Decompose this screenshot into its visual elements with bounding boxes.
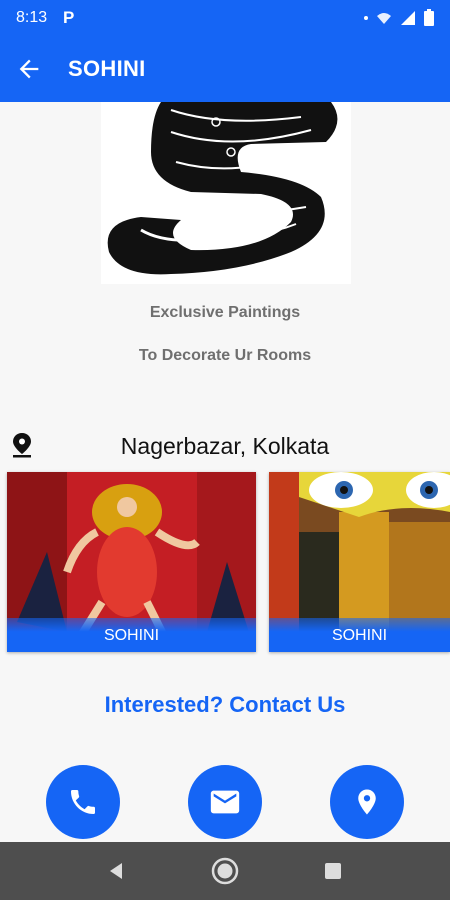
location-pin-icon [358,789,376,815]
arrow-back-icon[interactable] [15,55,43,83]
status-bar: 8:13 P [0,0,450,36]
contact-title: Interested? Contact Us [104,692,346,717]
tagline-1: Exclusive Paintings [149,304,301,321]
battery-icon [424,9,434,26]
page-title: SOHINI [68,56,146,81]
map-button[interactable] [330,765,404,839]
location-row: Nagerbazar, Kolkata [0,427,450,463]
app-bar: SOHINI [0,36,450,102]
parking-app-icon: P [63,8,75,27]
signal-icon [401,10,415,25]
gallery-card-label: SOHINI [7,618,256,652]
home-circle-icon[interactable] [210,856,240,886]
tagline-2: To Decorate Ur Rooms [138,347,312,364]
status-time: 8:13 [16,9,48,26]
email-button[interactable] [188,765,262,839]
system-nav-bar [0,842,450,900]
phone-icon [71,790,95,814]
wifi-icon [377,12,391,24]
gallery-card-1[interactable]: SOHINI [7,472,256,652]
location-text: Nagerbazar, Kolkata [120,433,330,459]
back-triangle-icon[interactable] [106,861,126,881]
email-icon [210,790,240,814]
recents-square-icon[interactable] [324,862,342,880]
gallery-card-label: SOHINI [269,618,450,652]
status-icons [364,9,434,26]
logo-image [101,102,351,284]
call-button[interactable] [46,765,120,839]
notification-dot-icon [364,15,368,20]
ornate-s-monogram-icon [101,102,351,284]
gallery-card-2[interactable]: SOHINI [269,472,450,652]
